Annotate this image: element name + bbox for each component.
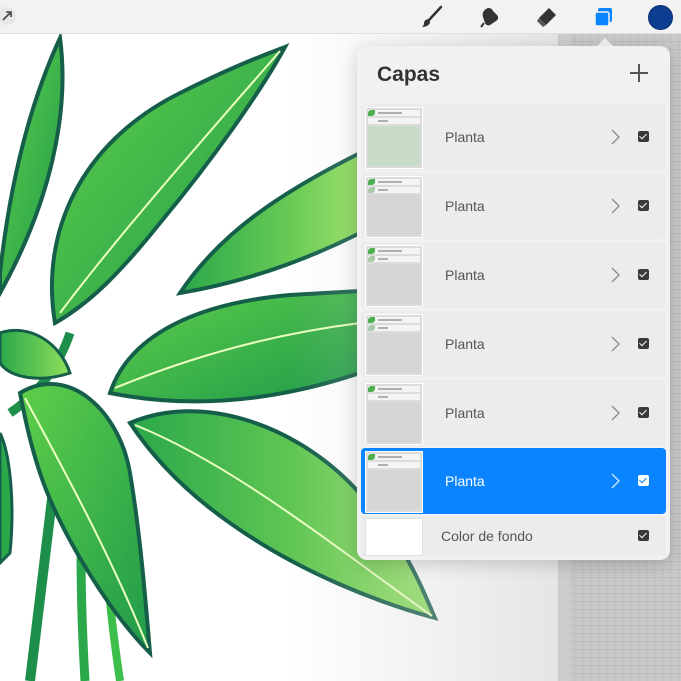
layer-row[interactable]: Planta <box>361 104 666 170</box>
layers-icon[interactable] <box>590 3 618 31</box>
background-color-layer[interactable]: Color de fondo <box>361 516 666 556</box>
layer-row[interactable]: Planta <box>361 311 666 377</box>
brush-icon[interactable] <box>418 3 446 31</box>
layer-name: Planta <box>445 473 485 489</box>
background-layer-name: Color de fondo <box>441 528 533 544</box>
layer-thumbnail <box>365 451 423 513</box>
visibility-checkbox[interactable] <box>638 407 649 418</box>
eraser-icon[interactable] <box>533 3 561 31</box>
visibility-checkbox[interactable] <box>638 338 649 349</box>
visibility-checkbox[interactable] <box>638 269 649 280</box>
diagonal-arrow-icon[interactable] <box>0 7 16 25</box>
background-thumbnail <box>365 518 423 556</box>
layer-thumbnail <box>365 176 423 238</box>
visibility-checkbox[interactable] <box>638 131 649 142</box>
chevron-right-icon[interactable] <box>605 403 625 423</box>
visibility-checkbox[interactable] <box>638 200 649 211</box>
color-picker-swatch[interactable] <box>648 5 673 30</box>
smudge-icon[interactable] <box>476 3 504 31</box>
layer-name: Planta <box>445 267 485 283</box>
visibility-checkbox[interactable] <box>638 530 649 541</box>
layer-thumbnail <box>365 245 423 307</box>
layer-row[interactable]: Planta <box>361 173 666 239</box>
plus-icon[interactable] <box>628 62 650 84</box>
layer-row[interactable]: Planta <box>361 242 666 308</box>
layer-thumbnail <box>365 314 423 376</box>
chevron-right-icon[interactable] <box>605 127 625 147</box>
layer-name: Planta <box>445 405 485 421</box>
top-toolbar <box>0 0 681 34</box>
layer-row-selected[interactable]: Planta <box>361 448 666 514</box>
layer-thumbnail <box>365 107 423 169</box>
visibility-checkbox[interactable] <box>638 475 649 486</box>
chevron-right-icon[interactable] <box>605 196 625 216</box>
panel-title: Capas <box>377 63 441 86</box>
layer-name: Planta <box>445 336 485 352</box>
layer-name: Planta <box>445 129 485 145</box>
chevron-right-icon[interactable] <box>605 334 625 354</box>
layer-name: Planta <box>445 198 485 214</box>
chevron-right-icon[interactable] <box>605 471 625 491</box>
layer-row[interactable]: Planta <box>361 380 666 446</box>
chevron-right-icon[interactable] <box>605 265 625 285</box>
layer-thumbnail <box>365 383 423 445</box>
layers-panel: Capas Planta Planta Planta Planta Planta… <box>357 46 670 560</box>
